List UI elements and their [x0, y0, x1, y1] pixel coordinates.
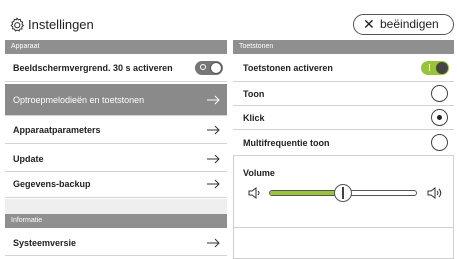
- end-button-label: beëindigen: [380, 17, 439, 31]
- screen-lock-row[interactable]: Beeldschermvergrend. 30 s activeren: [5, 54, 227, 82]
- activate-key-tones-toggle[interactable]: [421, 61, 449, 75]
- option-row-tone[interactable]: Toon: [233, 82, 454, 106]
- arrow-right-icon: [207, 125, 220, 135]
- volume-slider-fill: [270, 191, 343, 195]
- close-icon: ✕: [363, 16, 375, 32]
- toggle-off-mark-icon: [200, 64, 206, 70]
- gear-icon: [10, 17, 25, 32]
- volume-low-icon: [248, 187, 260, 199]
- end-button[interactable]: ✕ beëindigen: [353, 14, 454, 35]
- section-header-device: Apparaat: [5, 40, 227, 54]
- menu-item-label: Optroepmelodieën en toetstonen: [13, 95, 145, 105]
- slider-grip-icon: [342, 187, 344, 199]
- arrow-right-icon: [207, 179, 220, 189]
- screen-lock-label: Beeldschermvergrend. 30 s activeren: [13, 63, 173, 73]
- option-label: Toon: [243, 89, 265, 99]
- activate-key-tones-row[interactable]: Toetstonen activeren: [233, 54, 454, 82]
- menu-item-device-params[interactable]: Apparaatparameters: [5, 116, 227, 144]
- volume-label: Volume: [243, 168, 275, 178]
- volume-high-icon: [427, 187, 442, 199]
- toggle-knob: [436, 62, 448, 74]
- radio-multifrequency[interactable]: [431, 134, 448, 151]
- arrow-right-icon: [207, 154, 220, 164]
- activate-key-tones-label: Toetstonen activeren: [243, 63, 333, 73]
- screen-lock-toggle[interactable]: [195, 61, 223, 75]
- arrow-right-icon: [207, 95, 220, 105]
- toggle-on-mark-icon: [429, 64, 430, 71]
- header-bar: Instellingen ✕ beëindigen: [0, 0, 457, 40]
- section-header-key-tones: Toetstonen: [233, 40, 454, 54]
- radio-selected-dot: [437, 115, 442, 120]
- menu-item-label: Update: [13, 154, 44, 164]
- menu-item-update[interactable]: Update: [5, 144, 227, 172]
- volume-slider-thumb[interactable]: [334, 184, 352, 202]
- option-label: Klick: [243, 113, 265, 123]
- page-title: Instellingen: [28, 17, 94, 32]
- volume-divider: [234, 227, 453, 228]
- toggle-knob: [210, 62, 222, 74]
- radio-tone[interactable]: [431, 85, 448, 102]
- menu-item-system-version[interactable]: Systeemversie: [5, 228, 227, 256]
- option-row-click[interactable]: Klick: [233, 106, 454, 130]
- menu-item-ringtones[interactable]: Optroepmelodieën en toetstonen: [5, 84, 227, 116]
- menu-item-label: Systeemversie: [13, 238, 77, 248]
- option-row-multifrequency[interactable]: Multifrequentie toon: [233, 130, 454, 156]
- section-gap: [5, 199, 227, 214]
- menu-item-label: Apparaatparameters: [13, 125, 101, 135]
- menu-item-backup[interactable]: Gegevens-backup: [5, 172, 227, 198]
- menu-item-label: Gegevens-backup: [13, 179, 91, 189]
- option-label: Multifrequentie toon: [243, 138, 330, 148]
- section-header-info: Informatie: [5, 214, 227, 228]
- radio-click[interactable]: [431, 109, 448, 126]
- arrow-right-icon: [207, 238, 220, 248]
